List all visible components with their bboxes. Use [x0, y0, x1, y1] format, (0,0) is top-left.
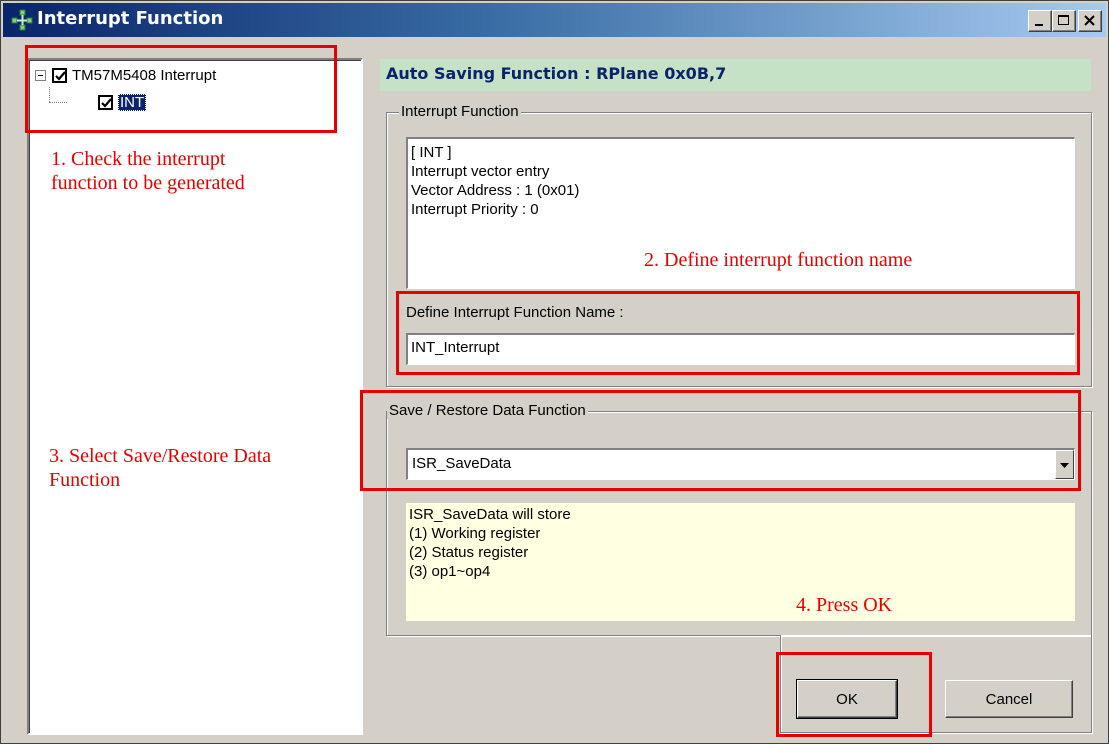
desc-line: (1) Working register: [409, 525, 541, 542]
info-line: Interrupt vector entry: [411, 163, 550, 180]
annotation-step4: 4. Press OK: [796, 594, 893, 616]
annotation-box-step3: [360, 390, 1081, 491]
annotation-step3: 3. Select Save/Restore Data Function: [49, 444, 271, 492]
auto-saving-banner: Auto Saving Function : RPlane 0x0B,7: [380, 59, 1091, 91]
maximize-button[interactable]: [1052, 10, 1076, 32]
desc-line: (2) Status register: [409, 544, 529, 561]
close-button[interactable]: [1078, 10, 1102, 32]
minimize-button[interactable]: [1028, 10, 1052, 32]
annotation-line: 3. Select Save/Restore Data: [49, 445, 272, 467]
window-title: Interrupt Function: [37, 8, 224, 29]
desc-line: (3) op1~op4: [409, 563, 491, 580]
title-bar[interactable]: Interrupt Function: [3, 3, 1106, 37]
group-legend: Interrupt Function: [399, 103, 521, 120]
info-line: Vector Address : 1 (0x01): [411, 182, 580, 199]
annotation-box-step4: [776, 652, 932, 737]
interrupt-function-window: Interrupt Function TM57M5408 Interrupt I…: [0, 0, 1109, 744]
annotation-box-step2: [396, 291, 1080, 375]
annotation-line: Function: [49, 469, 121, 491]
info-line: Interrupt Priority : 0: [411, 201, 539, 218]
annotation-box-step1: [25, 45, 337, 133]
annotation-step2: 2. Define interrupt function name: [644, 249, 913, 271]
annotation-line: function to be generated: [51, 172, 245, 194]
desc-line: ISR_SaveData will store: [409, 506, 571, 523]
app-network-icon: [11, 9, 33, 31]
annotation-step1: 1. Check the interrupt function to be ge…: [51, 147, 245, 195]
save-description-box: ISR_SaveData will store (1) Working regi…: [406, 503, 1075, 621]
annotation-line: 1. Check the interrupt: [51, 148, 226, 170]
cancel-button[interactable]: Cancel: [945, 680, 1073, 718]
info-line: [ INT ]: [411, 144, 452, 161]
